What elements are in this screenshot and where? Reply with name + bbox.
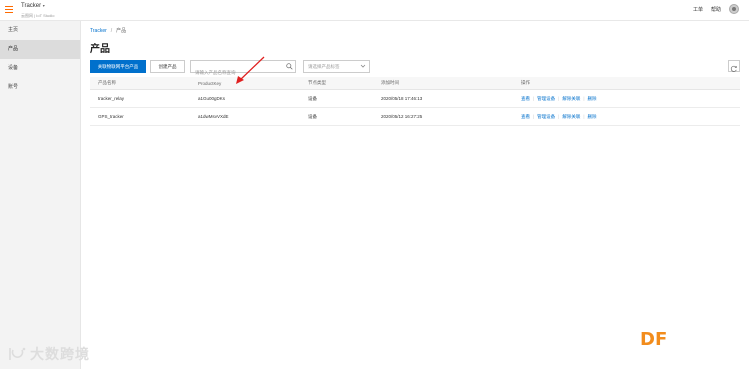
- tag-select[interactable]: 请选择产品标签: [303, 60, 370, 73]
- refresh-icon: [730, 65, 737, 72]
- cell-node-type: 设备: [308, 113, 317, 119]
- delete-link[interactable]: 删除: [588, 96, 597, 102]
- chevron-down-icon: ▾: [42, 3, 45, 8]
- col-header-time: 添加时间: [381, 80, 399, 85]
- top-right-links: 工单 帮助: [693, 4, 739, 14]
- watermark-text: 大数跨境: [30, 346, 90, 362]
- cell-actions: 查看 | 管理设备 | 解除关联 | 删除: [513, 114, 740, 120]
- create-product-button[interactable]: 创建产品: [150, 60, 185, 73]
- sidebar-item-home[interactable]: 主页: [0, 21, 80, 40]
- sidebar-item-accounts[interactable]: 账号: [0, 78, 80, 97]
- cell-created-time: 2020/05/18 17:46:13: [381, 96, 423, 101]
- col-header-node: 节点类型: [308, 80, 326, 85]
- unlink-link[interactable]: 解除关联: [562, 114, 580, 120]
- cell-product-key: a1Gu00gDKs: [198, 96, 226, 101]
- chevron-down-icon: [360, 64, 366, 68]
- breadcrumb-separator: /: [110, 28, 113, 34]
- main-content: Tracker/产品 产品 关联物联网平台产品 创建产品 请选择产品标签 产品名…: [81, 21, 749, 369]
- cell-node-type: 设备: [308, 95, 317, 101]
- delete-link[interactable]: 删除: [588, 114, 597, 120]
- import-product-button[interactable]: 关联物联网平台产品: [90, 60, 146, 73]
- ticket-link[interactable]: 工单: [693, 6, 703, 13]
- unlink-link[interactable]: 解除关联: [562, 96, 580, 102]
- cell-product-name: tracker_relay: [98, 96, 125, 101]
- action-divider: |: [558, 95, 560, 101]
- sidebar-item-devices[interactable]: 设备: [0, 59, 80, 78]
- app-title-text: Tracker: [21, 3, 42, 9]
- help-link[interactable]: 帮助: [711, 6, 721, 13]
- action-divider: |: [533, 95, 535, 101]
- app-title[interactable]: Tracker ▾: [21, 3, 45, 9]
- menu-icon[interactable]: [5, 6, 13, 13]
- tag-select-placeholder: 请选择产品标签: [308, 64, 340, 69]
- page-title: 产品: [90, 44, 110, 55]
- annotation-arrow-icon: [236, 56, 265, 84]
- cell-product-name: GPS_tracker: [98, 114, 124, 119]
- app-subtitle: 云图网 | IoT Studio: [21, 13, 55, 18]
- cell-created-time: 2020/05/12 16:27:25: [381, 114, 423, 119]
- view-link[interactable]: 查看: [521, 114, 530, 120]
- breadcrumb: Tracker / 产品: [90, 27, 126, 34]
- top-bar: Tracker ▾ 云图网 | IoT Studio 工单 帮助: [0, 0, 749, 21]
- action-divider: |: [558, 113, 560, 119]
- action-divider: |: [533, 113, 535, 119]
- breadcrumb-current: 产品: [116, 28, 127, 34]
- cell-actions: 查看 | 管理设备 | 解除关联 | 删除: [513, 96, 740, 102]
- manage-devices-link[interactable]: 管理设备: [537, 114, 555, 120]
- refresh-button[interactable]: [728, 60, 740, 72]
- watermark-left: 大数跨境: [7, 344, 90, 364]
- table-row: GPS_tracker a1dwMsvVXdE 设备 2020/05/12 16…: [90, 108, 740, 126]
- col-header-name: 产品名称: [98, 80, 116, 85]
- manage-devices-link[interactable]: 管理设备: [537, 96, 555, 102]
- toolbar: 关联物联网平台产品 创建产品 请选择产品标签: [90, 60, 740, 78]
- action-divider: |: [583, 95, 585, 101]
- view-link[interactable]: 查看: [521, 96, 530, 102]
- action-divider: |: [583, 113, 585, 119]
- watermark-logo-icon: [9, 347, 26, 360]
- product-table: 产品名称 ProductKey 节点类型 添加时间 操作 tracker_rel…: [90, 77, 740, 126]
- sidebar-item-products[interactable]: 产品: [0, 40, 80, 59]
- table-header: 产品名称 ProductKey 节点类型 添加时间 操作: [90, 77, 740, 90]
- table-row: tracker_relay a1Gu00gDKs 设备 2020/05/18 1…: [90, 90, 740, 108]
- col-header-actions: 操作: [521, 80, 530, 85]
- breadcrumb-root[interactable]: Tracker: [90, 28, 107, 34]
- watermark-df-logo: DF: [640, 329, 668, 350]
- sidebar: 主页 产品 设备 账号: [0, 21, 81, 369]
- cell-product-key: a1dwMsvVXdE: [198, 114, 229, 119]
- avatar[interactable]: [729, 4, 739, 14]
- search-icon[interactable]: [286, 63, 293, 70]
